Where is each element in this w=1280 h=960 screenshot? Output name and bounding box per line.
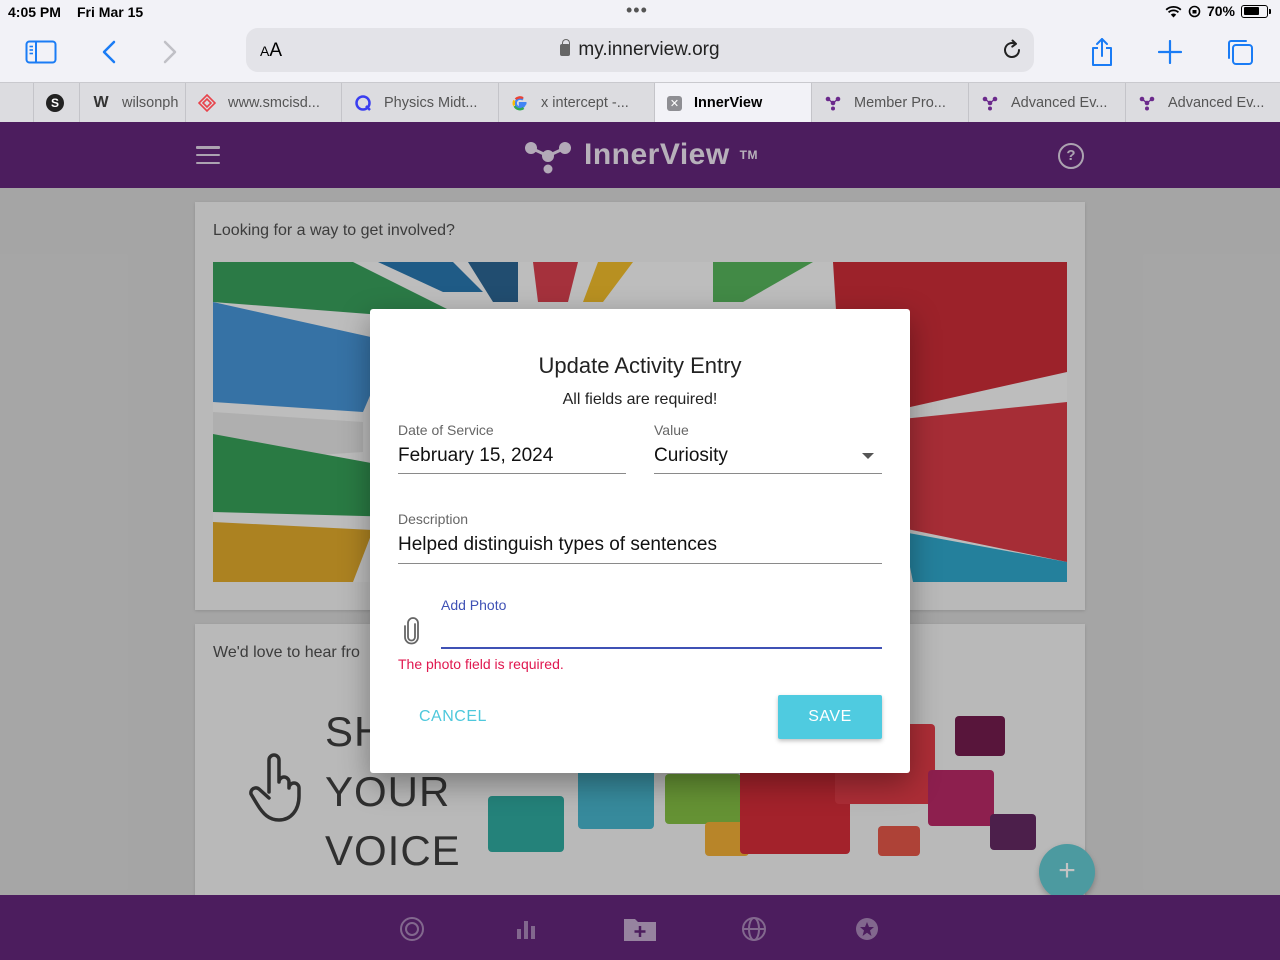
- innerview-icon: [1138, 94, 1156, 112]
- tab-physics-midterm[interactable]: Physics Midt...: [342, 83, 499, 123]
- tab-bar: S W wilsonph www.smcisd... Physics Midt.…: [0, 82, 1280, 123]
- tab-label: InnerView: [694, 95, 763, 111]
- tab-label: wilsonph: [122, 95, 179, 111]
- lock-icon: [560, 39, 571, 56]
- address-bar[interactable]: AA my.innerview.org: [246, 28, 1034, 72]
- wifi-icon: [1165, 5, 1182, 17]
- status-date: Fri Mar 15: [77, 4, 144, 20]
- value-select[interactable]: Curiosity: [654, 445, 728, 467]
- close-tab-icon[interactable]: ✕: [667, 95, 682, 111]
- tab-label: Member Pro...: [854, 95, 946, 111]
- description-label: Description: [398, 511, 469, 527]
- chevron-down-icon[interactable]: [862, 453, 874, 459]
- update-activity-dialog: Update Activity Entry All fields are req…: [370, 309, 910, 773]
- tab-advanced-ev-1[interactable]: Advanced Ev...: [969, 83, 1126, 123]
- quizizz-q-icon: [354, 94, 372, 112]
- date-of-service-label: Date of Service: [398, 422, 494, 438]
- tab-overview-icon[interactable]: [1220, 32, 1260, 72]
- battery-percent: 70%: [1206, 3, 1235, 19]
- new-tab-icon[interactable]: [1150, 32, 1190, 72]
- forward-icon[interactable]: [150, 32, 190, 72]
- add-photo-input[interactable]: [441, 619, 882, 647]
- s-circle-icon: S: [46, 94, 64, 112]
- share-icon[interactable]: [1082, 32, 1122, 72]
- value-label: Value: [654, 422, 689, 438]
- description-field[interactable]: Helped distinguish types of sentences: [398, 534, 717, 556]
- status-indicators: 70%: [1165, 3, 1271, 19]
- tab-x-intercept[interactable]: x intercept -...: [499, 83, 655, 123]
- tab-label: Advanced Ev...: [1168, 95, 1265, 111]
- tab-innerview-active[interactable]: ✕ InnerView: [655, 83, 812, 123]
- browser-toolbar: AA my.innerview.org: [0, 24, 1280, 82]
- add-photo-label: Add Photo: [441, 597, 507, 613]
- tab-advanced-ev-2[interactable]: Advanced Ev...: [1126, 83, 1280, 123]
- tab-s[interactable]: S: [34, 83, 80, 123]
- orientation-lock-icon: [1188, 5, 1201, 17]
- status-time: 4:05 PM: [8, 4, 61, 20]
- google-g-icon: [511, 94, 529, 112]
- multitasking-dots-icon[interactable]: •••: [626, 0, 648, 21]
- url-text: my.innerview.org: [578, 39, 720, 60]
- date-field-underline: [398, 473, 626, 474]
- tab-label: Advanced Ev...: [1011, 95, 1108, 111]
- tab-pinned-gap: [0, 83, 34, 123]
- tab-label: Physics Midt...: [384, 95, 478, 111]
- cancel-button[interactable]: CANCEL: [402, 695, 498, 739]
- dialog-title: Update Activity Entry: [538, 353, 742, 378]
- tab-member-profile[interactable]: Member Pro...: [812, 83, 969, 123]
- date-of-service-field[interactable]: February 15, 2024: [398, 445, 553, 467]
- back-icon[interactable]: [89, 32, 129, 72]
- smcisd-icon: [198, 94, 216, 112]
- tab-label: www.smcisd...: [228, 95, 320, 111]
- photo-error-message: The photo field is required.: [398, 656, 564, 672]
- dialog-subtitle: All fields are required!: [562, 391, 718, 408]
- reload-icon[interactable]: [1000, 38, 1024, 62]
- description-field-underline: [398, 563, 882, 564]
- battery-icon: [1241, 4, 1271, 18]
- paperclip-icon[interactable]: [403, 617, 421, 645]
- value-field-underline: [654, 473, 882, 474]
- tab-wilsonph[interactable]: W wilsonph: [80, 83, 186, 123]
- innerview-icon: [981, 94, 999, 112]
- sidebar-toggle-icon[interactable]: [21, 32, 61, 72]
- tab-label: x intercept -...: [541, 95, 629, 111]
- photo-field-underline: [441, 647, 882, 649]
- weebly-w-icon: W: [93, 94, 109, 111]
- innerview-icon: [824, 94, 842, 112]
- save-button[interactable]: SAVE: [778, 695, 882, 739]
- status-bar: 4:05 PM Fri Mar 15 ••• 70%: [0, 0, 1280, 24]
- tab-smcisd[interactable]: www.smcisd...: [186, 83, 342, 123]
